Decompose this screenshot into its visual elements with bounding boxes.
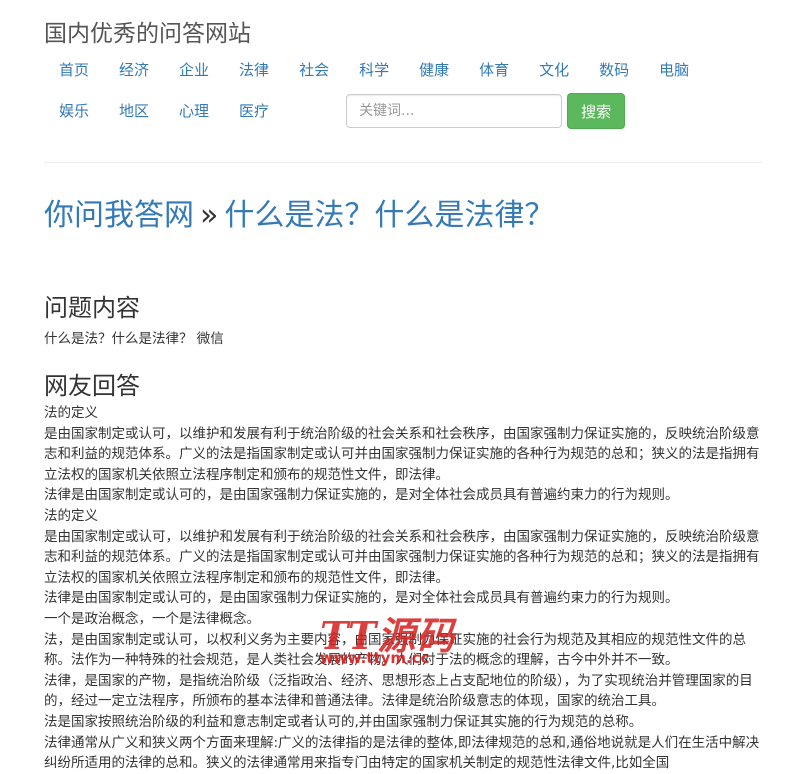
answer-paragraph: 法的定义 <box>44 507 98 524</box>
nav-item-computer[interactable]: 电脑 <box>644 52 704 88</box>
nav-item-science[interactable]: 科学 <box>344 52 404 88</box>
divider <box>44 162 762 163</box>
question-text: 什么是法？什么是法律？ 微信 <box>44 331 224 347</box>
site-title: 国内优秀的问答网站 <box>44 21 251 47</box>
nav-item-society[interactable]: 社会 <box>284 52 344 88</box>
watermark-logo: TT源码 www.ttym.cc <box>320 605 470 675</box>
breadcrumb: 你问我答网» 什么是法？什么是法律？ <box>44 190 554 234</box>
answer-paragraph: 法律，是国家的产物，是指统治阶级（泛指政治、经济、思想形态上占支配地位的阶级），… <box>44 672 753 710</box>
watermark-url: www.ttym.cc <box>320 649 430 667</box>
nav-item-economy[interactable]: 经济 <box>104 52 164 88</box>
nav-item-home[interactable]: 首页 <box>44 52 104 88</box>
answer-paragraph: 法律是由国家制定或认可的，是由国家强制力保证实施的，是对全体社会成员具有普遍约束… <box>44 487 679 504</box>
nav-row-2: 娱乐 地区 心理 医疗 搜索 <box>44 93 764 129</box>
nav-item-law[interactable]: 法律 <box>224 52 284 88</box>
answer-paragraph: 是由国家制定或认可，以维护和发展有利于统治阶级的社会关系和社会秩序，由国家强制力… <box>44 528 760 586</box>
nav-item-medical[interactable]: 医疗 <box>224 93 284 129</box>
breadcrumb-separator: » <box>200 198 219 233</box>
nav-item-sports[interactable]: 体育 <box>464 52 524 88</box>
nav-item-digital[interactable]: 数码 <box>584 52 644 88</box>
answer-paragraph: 法的定义 <box>44 405 98 421</box>
nav-item-entertainment[interactable]: 娱乐 <box>44 93 104 129</box>
nav-item-psychology[interactable]: 心理 <box>164 93 224 129</box>
breadcrumb-site-link[interactable]: 你问我答网 <box>44 198 194 233</box>
answer-paragraph: 法是国家按照统治阶级的利益和意志制定或者认可的,并由国家强制力保证其实施的行为规… <box>44 713 643 730</box>
question-heading: 问题内容 <box>44 294 140 322</box>
answers-body: 法的定义 是由国家制定或认可，以维护和发展有利于统治阶级的社会关系和社会秩序，由… <box>44 403 766 774</box>
nav-item-region[interactable]: 地区 <box>104 93 164 129</box>
answers-heading: 网友回答 <box>44 372 140 400</box>
search-button[interactable]: 搜索 <box>567 93 626 129</box>
nav-row-1: 首页 经济 企业 法律 社会 科学 健康 体育 文化 数码 电脑 <box>44 52 764 88</box>
main-nav: 首页 经济 企业 法律 社会 科学 健康 体育 文化 数码 电脑 娱乐 地区 心… <box>44 52 764 129</box>
nav-item-culture[interactable]: 文化 <box>524 52 584 88</box>
page-title: 什么是法？什么是法律？ <box>224 198 555 233</box>
nav-item-health[interactable]: 健康 <box>404 52 464 88</box>
search-input[interactable] <box>346 94 563 128</box>
answer-paragraph: 法律通常从广义和狭义两个方面来理解:广义的法律指的是法律的整体,即法律规范的总和… <box>44 734 760 772</box>
search-form: 搜索 <box>346 93 626 129</box>
nav-item-business[interactable]: 企业 <box>164 52 224 88</box>
answer-paragraph: 是由国家制定或认可，以维护和发展有利于统治阶级的社会关系和社会秩序，由国家强制力… <box>44 425 760 483</box>
